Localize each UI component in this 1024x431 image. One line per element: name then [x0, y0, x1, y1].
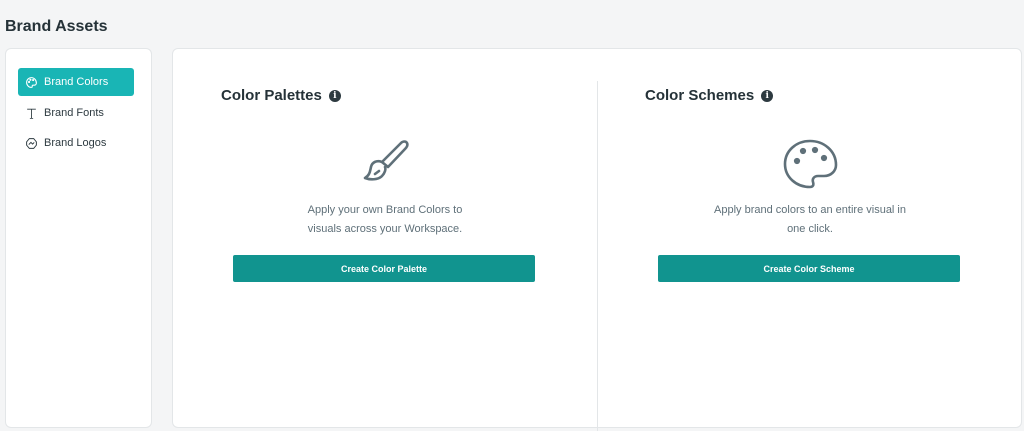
page-title: Brand Assets	[5, 18, 108, 35]
sidebar-item-label: Brand Logos	[44, 137, 107, 149]
main-content: Color Palettes i Apply your own Brand Co…	[172, 48, 1022, 431]
color-schemes-panel: Color Schemes i Apply brand colors to an…	[598, 49, 1022, 429]
sidebar-item-brand-colors[interactable]: Brand Colors	[18, 68, 134, 96]
sidebar-item-label: Brand Colors	[44, 76, 109, 88]
create-color-palette-button[interactable]: Create Color Palette	[233, 255, 535, 282]
description-line: visuals across your Workspace.	[307, 223, 463, 235]
info-icon[interactable]: i	[761, 89, 774, 102]
color-schemes-title: Color Schemes i	[645, 87, 774, 104]
logo-icon	[24, 136, 38, 150]
color-palettes-panel: Color Palettes i Apply your own Brand Co…	[173, 49, 597, 429]
description-line: one click.	[787, 223, 833, 235]
palette-icon	[24, 75, 38, 89]
paintbrush-icon	[355, 137, 415, 189]
sidebar-item-label: Brand Fonts	[44, 107, 104, 119]
panel-title-text: Color Schemes	[645, 87, 755, 104]
sidebar-item-brand-logos[interactable]: Brand Logos	[18, 129, 134, 157]
color-palettes-description: Apply your own Brand Colors to visuals a…	[270, 201, 500, 239]
color-palettes-title: Color Palettes i	[221, 87, 341, 104]
sidebar-item-brand-fonts[interactable]: Brand Fonts	[18, 99, 134, 127]
description-line: Apply your own Brand Colors to	[307, 204, 463, 216]
color-schemes-description: Apply brand colors to an entire visual i…	[685, 201, 935, 239]
info-icon[interactable]: i	[328, 89, 341, 102]
sidebar: Brand Colors Brand Fonts Brand Logos	[5, 48, 152, 428]
panel-title-text: Color Palettes	[221, 87, 322, 104]
text-icon	[24, 106, 38, 120]
description-line: Apply brand colors to an entire visual i…	[714, 204, 906, 216]
palette-icon	[780, 137, 840, 189]
create-color-scheme-button[interactable]: Create Color Scheme	[658, 255, 960, 282]
